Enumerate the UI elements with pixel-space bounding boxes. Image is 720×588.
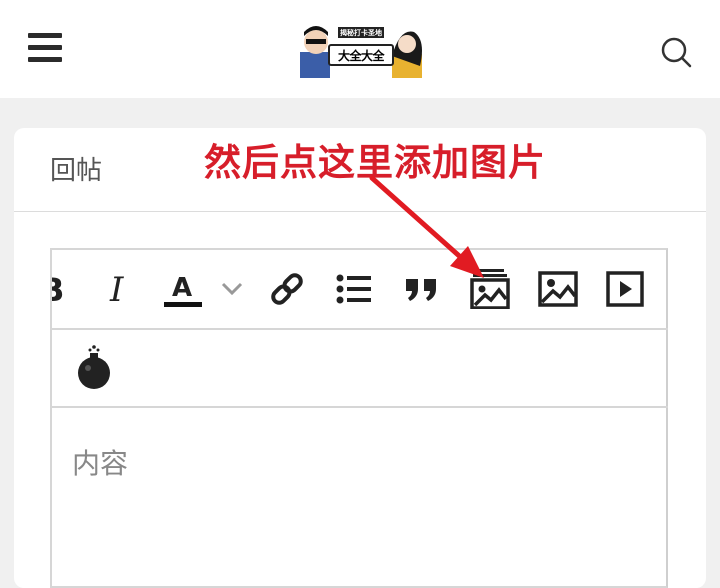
svg-text:I: I (109, 271, 124, 307)
content-input[interactable]: 内容 (72, 442, 128, 482)
video-icon[interactable] (606, 270, 644, 308)
search-icon[interactable] (660, 36, 692, 68)
editor-toolbar-row-2 (52, 328, 668, 408)
image-icon[interactable] (538, 270, 578, 308)
logo-text: 大全大全 (328, 44, 394, 66)
site-logo[interactable]: 揭秘打卡圣地 大全大全 (300, 26, 422, 78)
link-icon[interactable] (268, 270, 306, 308)
top-bar: 揭秘打卡圣地 大全大全 (0, 0, 720, 98)
italic-icon[interactable]: I (104, 270, 132, 308)
logo-tagline: 揭秘打卡圣地 (338, 27, 384, 38)
reply-title: 回帖 (50, 156, 103, 186)
bomb-icon[interactable] (74, 344, 114, 390)
bold-icon[interactable]: B (52, 270, 66, 308)
annotation-arrow (369, 175, 484, 278)
rich-text-editor: B I A (50, 248, 668, 588)
svg-text:B: B (52, 273, 64, 305)
hamburger-menu-icon[interactable] (28, 33, 62, 63)
chevron-down-icon[interactable] (220, 270, 244, 308)
text-color-icon[interactable]: A (164, 270, 202, 308)
svg-text:A: A (172, 273, 192, 303)
